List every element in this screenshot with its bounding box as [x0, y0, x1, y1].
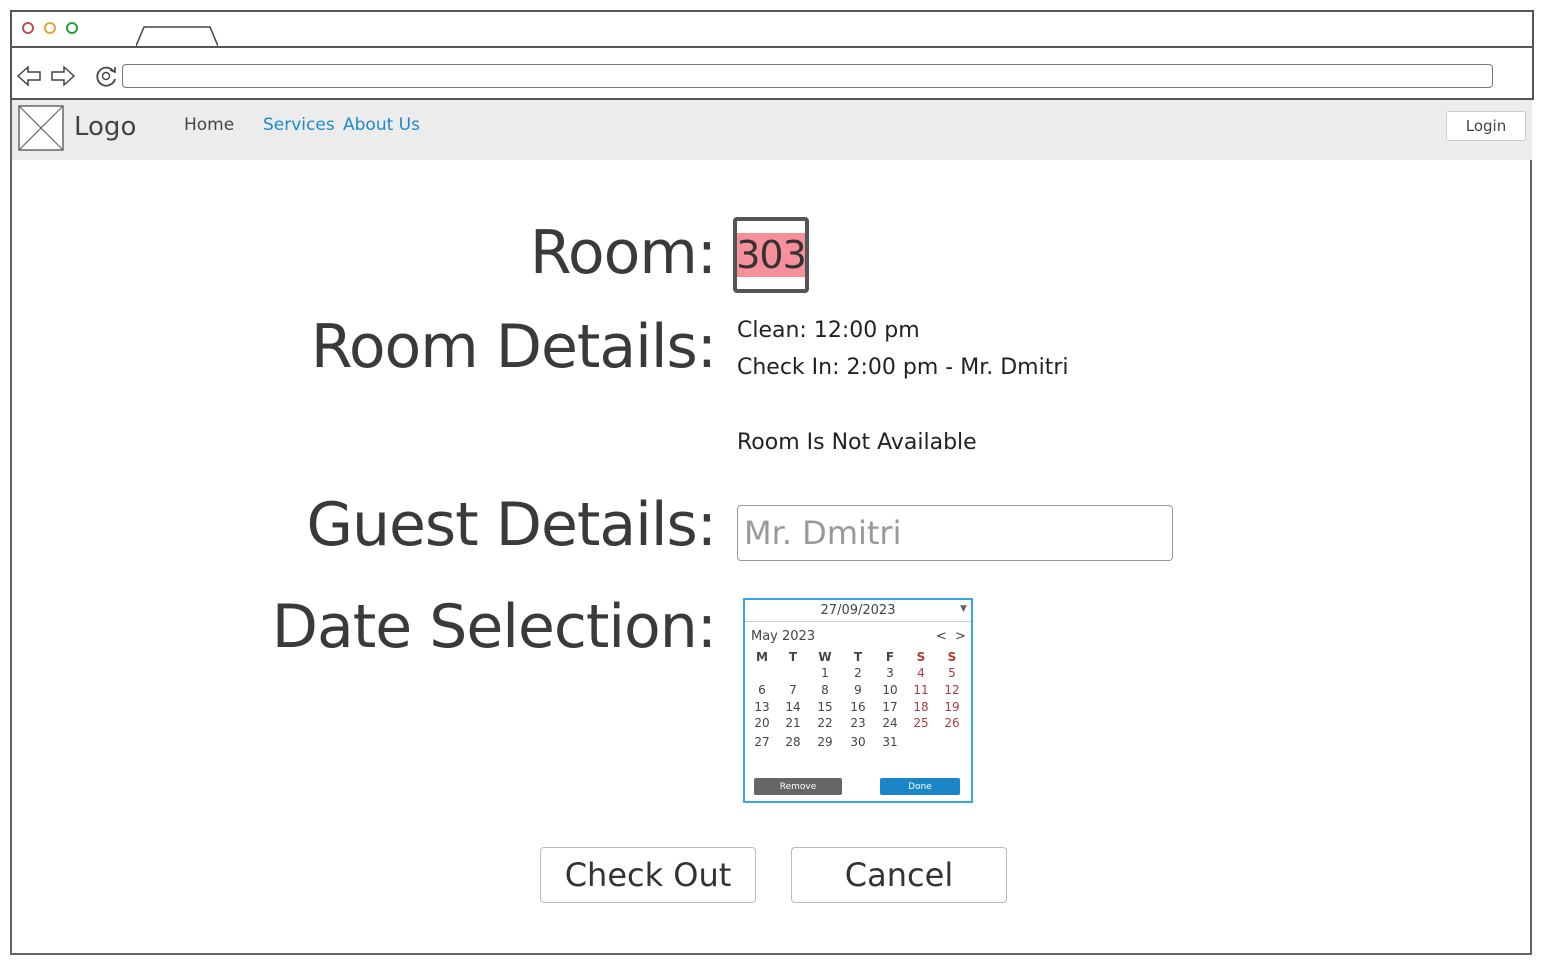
site-navbar	[12, 100, 1532, 160]
room-details-label: Room Details:	[310, 312, 717, 382]
calendar-day-cell[interactable]: 21	[777, 716, 809, 730]
calendar-remove-button[interactable]: Remove	[754, 778, 842, 795]
logo-image-placeholder-icon[interactable]	[18, 105, 64, 151]
calendar-day-cell[interactable]: 11	[905, 683, 937, 697]
browser-tab[interactable]	[136, 26, 218, 46]
guest-name-input[interactable]: Mr. Dmitri	[737, 505, 1173, 561]
guest-details-label: Guest Details:	[306, 490, 717, 560]
calendar-day-cell[interactable]: 3	[874, 666, 906, 680]
calendar-day-cell[interactable]: 24	[874, 716, 906, 730]
calendar-day-cell[interactable]: 14	[777, 700, 809, 714]
maximize-window-icon[interactable]	[66, 22, 78, 34]
minimize-window-icon[interactable]	[44, 22, 56, 34]
nav-services-link[interactable]: Services	[263, 115, 335, 135]
login-button[interactable]: Login	[1446, 111, 1526, 141]
calendar-day-cell[interactable]: 28	[777, 735, 809, 749]
calendar-weekday-header: S	[916, 650, 926, 664]
calendar-day-cell[interactable]: 29	[809, 735, 841, 749]
date-picker-selected-value[interactable]: 27/09/2023	[745, 600, 971, 622]
calendar-day-cell[interactable]: 12	[936, 683, 968, 697]
calendar-day-cell[interactable]: 16	[842, 700, 874, 714]
calendar-weekday-header: M	[756, 650, 768, 664]
calendar-day-cell[interactable]: 8	[809, 683, 841, 697]
calendar-day-cell[interactable]: 10	[874, 683, 906, 697]
close-window-icon[interactable]	[22, 22, 34, 34]
calendar-day-cell[interactable]: 18	[905, 700, 937, 714]
calendar-day-cell[interactable]: 15	[809, 700, 841, 714]
calendar-day-cell[interactable]: 1	[809, 666, 841, 680]
calendar-weekday-header: S	[947, 650, 957, 664]
checkin-time-text: Check In: 2:00 pm - Mr. Dmitri	[737, 355, 1069, 380]
check-out-button[interactable]: Check Out	[540, 847, 756, 903]
nav-home-link[interactable]: Home	[184, 115, 234, 135]
calendar-day-cell[interactable]: 20	[746, 716, 778, 730]
cancel-button[interactable]: Cancel	[791, 847, 1007, 903]
calendar-day-cell[interactable]: 19	[936, 700, 968, 714]
calendar-done-button[interactable]: Done	[880, 778, 960, 795]
calendar-weekday-header: F	[885, 650, 895, 664]
calendar-day-cell[interactable]: 13	[746, 700, 778, 714]
calendar-day-cell[interactable]: 25	[905, 716, 937, 730]
calendar-day-cell[interactable]: 6	[746, 683, 778, 697]
back-arrow-icon[interactable]	[16, 64, 42, 88]
calendar-day-cell[interactable]: 4	[905, 666, 937, 680]
calendar-day-cell[interactable]: 27	[746, 735, 778, 749]
calendar-next-button[interactable]: >	[955, 629, 966, 644]
calendar-day-cell[interactable]: 9	[842, 683, 874, 697]
calendar-day-cell[interactable]: 31	[874, 735, 906, 749]
calendar-day-cell[interactable]: 23	[842, 716, 874, 730]
availability-status-text: Room Is Not Available	[737, 430, 977, 455]
calendar-day-cell[interactable]: 5	[936, 666, 968, 680]
clean-time-text: Clean: 12:00 pm	[737, 318, 920, 343]
calendar-day-cell[interactable]: 17	[874, 700, 906, 714]
logo-text[interactable]: Logo	[74, 112, 136, 142]
calendar-day-cell[interactable]: 22	[809, 716, 841, 730]
calendar-weekday-header: T	[788, 650, 798, 664]
date-selection-label: Date Selection:	[271, 592, 717, 662]
calendar-month-label: May 2023	[751, 629, 816, 644]
calendar-day-cell[interactable]: 26	[936, 716, 968, 730]
calendar-prev-button[interactable]: <	[936, 629, 947, 644]
nav-about-link[interactable]: About Us	[343, 115, 420, 135]
chevron-down-icon[interactable]: ▼	[960, 604, 967, 614]
room-label: Room:	[529, 218, 717, 288]
room-number-value: 303	[736, 233, 807, 277]
calendar-weekday-header: W	[818, 650, 832, 664]
address-bar[interactable]	[122, 64, 1493, 88]
browser-titlebar	[10, 10, 1534, 48]
calendar-weekday-header: T	[853, 650, 863, 664]
calendar-day-cell[interactable]: 2	[842, 666, 874, 680]
calendar-day-cell[interactable]: 7	[777, 683, 809, 697]
forward-arrow-icon[interactable]	[50, 64, 76, 88]
reload-icon[interactable]	[94, 64, 120, 88]
calendar-day-cell[interactable]: 30	[842, 735, 874, 749]
